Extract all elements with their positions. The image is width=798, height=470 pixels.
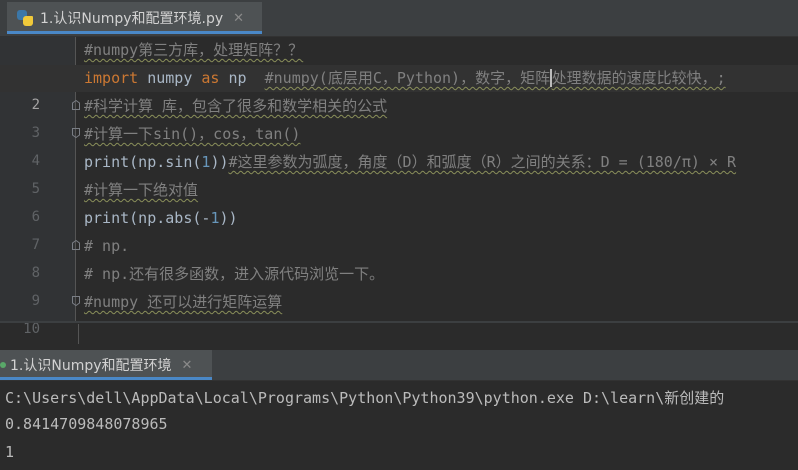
code-line-8[interactable]: 8 # np. [0, 233, 798, 281]
comment: # np.还有很多函数，进入源代码浏览一下。 [84, 265, 385, 283]
editor-tab[interactable]: 1.认识Numpy和配置环境.py ✕ [7, 2, 262, 34]
tab-active-indicator [0, 377, 212, 380]
fold-marker-icon[interactable] [72, 128, 80, 138]
fold-marker-icon[interactable] [72, 296, 80, 306]
comment: #计算一下绝对值 [84, 181, 199, 199]
close-run-tab-icon[interactable]: ✕ [182, 358, 193, 373]
comment: #numpy第三方库，处理矩阵？？ [84, 41, 304, 59]
run-tab-bar: 1.认识Numpy和配置环境 ✕ [0, 350, 798, 381]
code-line-6[interactable]: 6 #计算一下绝对值 [0, 177, 798, 225]
fold-marker-icon[interactable] [72, 240, 80, 250]
run-console[interactable]: C:\Users\dell\AppData\Local\Programs\Pyt… [0, 381, 798, 470]
editor-tab-bar: 1.认识Numpy和配置环境.py ✕ [0, 0, 798, 37]
run-status-icon [0, 362, 6, 368]
code-text: print(np.sin( [84, 153, 202, 171]
code-line-4[interactable]: 4 #计算一下sin()，cos，tan() [0, 121, 798, 169]
comment: #这里参数为弧度，角度（D）和弧度（R）之间的关系：D = (180/π) × … [228, 153, 737, 171]
comment: 处理数据的速度比较快，; [551, 69, 726, 87]
run-tab[interactable]: 1.认识Numpy和配置环境 ✕ [0, 350, 212, 380]
comment: #科学计算 库，包含了很多和数学相关的公式 [84, 97, 388, 115]
code-text: numpy [138, 69, 202, 87]
comment: # np. [84, 237, 130, 255]
code-text: np [219, 69, 265, 87]
keyword: import [84, 69, 139, 87]
code-text: )) [210, 153, 229, 171]
panel-splitter[interactable] [0, 321, 798, 323]
run-tab-label: 1.认识Numpy和配置环境 [10, 358, 172, 374]
tab-active-indicator [7, 31, 262, 34]
comment: #计算一下sin()，cos，tan() [84, 125, 301, 143]
console-line: 1 [5, 443, 15, 461]
code-line-10[interactable]: 10 #numpy 还可以进行矩阵运算 [0, 289, 798, 337]
code-line-5[interactable]: 5 print(np.sin(1))#这里参数为弧度，角度（D）和弧度（R）之间… [0, 149, 798, 197]
code-line-3[interactable]: 3 #科学计算 库，包含了很多和数学相关的公式 [0, 93, 798, 141]
fold-marker-icon[interactable] [72, 100, 80, 110]
code-line-7[interactable]: 7 print(np.abs(-1)) [0, 205, 798, 253]
code-line-1[interactable]: 1 #numpy第三方库，处理矩阵？？ [0, 37, 798, 85]
code-text: print(np.abs(- [84, 209, 211, 227]
close-tab-icon[interactable]: ✕ [233, 11, 244, 26]
comment: #numpy 还可以进行矩阵运算 [84, 293, 283, 311]
code-line-2[interactable]: 2 import numpy as np #numpy(底层用C，Python)… [0, 65, 798, 113]
gutter-divider [78, 324, 79, 344]
keyword: as [201, 69, 220, 87]
editor-tab-label: 1.认识Numpy和配置环境.py [40, 11, 224, 27]
console-line: C:\Users\dell\AppData\Local\Programs\Pyt… [5, 389, 725, 407]
console-line: 0.8414709848078965 [5, 415, 168, 433]
code-editor[interactable]: 1 #numpy第三方库，处理矩阵？？ 2 import numpy as np… [0, 37, 798, 337]
comment: #numpy(底层用C，Python)，数字，矩阵 [264, 69, 551, 87]
code-line-9[interactable]: 9 # np.还有很多函数，进入源代码浏览一下。 [0, 261, 798, 309]
code-text: )) [219, 209, 238, 227]
python-file-icon [17, 10, 33, 26]
